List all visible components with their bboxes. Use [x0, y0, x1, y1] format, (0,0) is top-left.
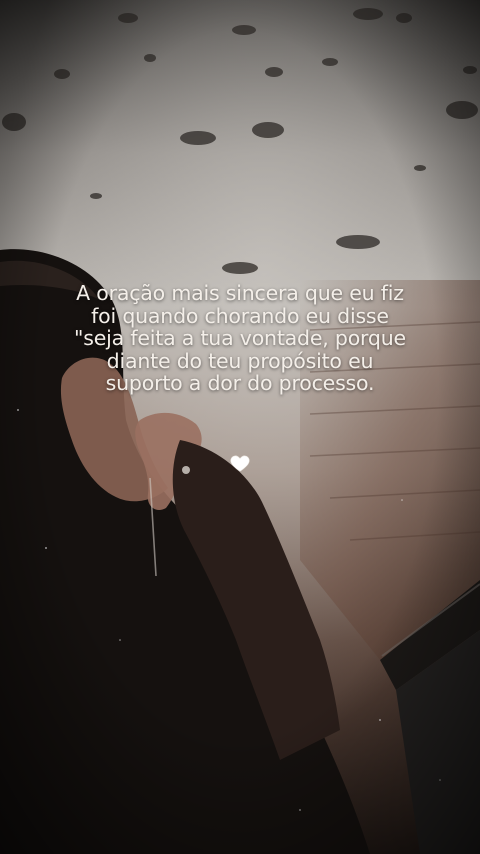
quote-line: foi quando chorando eu disse	[91, 303, 389, 328]
quote-line: "seja feita a tua vontade, porque	[74, 326, 406, 350]
wallpaper-scene: A oração mais sincera que eu fiz foi qua…	[0, 0, 480, 854]
quote-line: A oração mais sincera que eu fiz	[76, 281, 404, 305]
quote-line: suporto a dor do processo.	[105, 371, 375, 395]
quote-text: A oração mais sincera que eu fiz foi qua…	[20, 282, 460, 395]
background-photo	[0, 0, 480, 854]
quote-line: diante do teu propósito eu	[106, 348, 374, 373]
white-heart-icon	[230, 455, 250, 472]
